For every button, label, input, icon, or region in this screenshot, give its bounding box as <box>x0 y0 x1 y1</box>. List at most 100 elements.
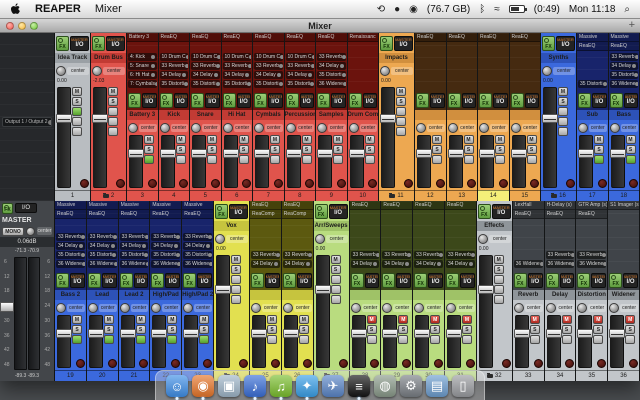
send-slot[interactable]: 34 Delay <box>414 260 443 268</box>
monitor-button[interactable] <box>333 155 343 164</box>
track-number[interactable]: 35 <box>576 370 607 381</box>
send-slot[interactable]: 10 Drum C <box>286 53 315 61</box>
master-meter[interactable]: 612182430364248 612182430364248 <box>0 255 54 372</box>
strip-fx-button[interactable]: FX <box>479 93 492 108</box>
fader-handle[interactable] <box>448 149 464 158</box>
send-slot[interactable]: 34 Delay <box>317 62 346 70</box>
solo-button[interactable]: S <box>136 325 146 334</box>
send-slot[interactable]: 34 Delay <box>88 242 117 250</box>
fader-handle[interactable] <box>514 329 530 338</box>
send-slot[interactable]: 36 Widene <box>56 260 85 268</box>
monitor-button[interactable] <box>396 107 406 116</box>
send-slot[interactable]: 35 Distorti <box>254 80 283 88</box>
send-slot[interactable]: 33 Reverb <box>56 233 85 241</box>
strip-name[interactable]: Sub <box>577 110 608 120</box>
send-slot[interactable]: 35 Distorti <box>578 80 607 88</box>
monitor-button[interactable] <box>302 155 312 164</box>
strip-route-button[interactable]: MASTERI/O <box>268 93 283 108</box>
strip-volume-value[interactable]: 0.00 <box>55 77 90 86</box>
strip-name[interactable]: Bass 2 <box>55 290 86 300</box>
pan-knob[interactable] <box>151 303 161 313</box>
fx-slot[interactable]: Massive <box>609 33 640 42</box>
mute-button[interactable]: M <box>398 315 408 324</box>
fx-slot[interactable]: ReaEQ <box>447 33 478 42</box>
strip-name[interactable]: Distortion <box>576 290 607 300</box>
strip-route-button[interactable]: MASTERI/O <box>329 204 348 219</box>
record-arm-button[interactable] <box>211 179 220 188</box>
monitor-button[interactable] <box>199 335 209 344</box>
strip-name[interactable]: Lead 2 <box>119 290 150 300</box>
monitor-button[interactable] <box>267 335 277 344</box>
strip-name[interactable]: Snare <box>190 110 221 120</box>
fader-handle[interactable] <box>382 329 398 338</box>
pan-knob[interactable] <box>223 123 233 133</box>
battery-icon[interactable] <box>509 5 525 13</box>
volume-fader[interactable] <box>216 255 230 368</box>
mute-button[interactable]: M <box>207 135 217 144</box>
strip-route-button[interactable]: MASTERI/O <box>165 273 180 288</box>
fx-slot[interactable]: ReaEQ <box>250 201 281 210</box>
pan-knob[interactable] <box>416 123 426 133</box>
track-number[interactable]: 19 <box>55 370 86 381</box>
solo-button[interactable]: S <box>562 325 572 334</box>
mute-button[interactable]: M <box>365 135 375 144</box>
pan-knob[interactable] <box>610 123 620 133</box>
strip-fx-button[interactable]: FX <box>349 93 362 108</box>
send-slot[interactable]: 33 Reverb <box>546 251 575 259</box>
volume-fader[interactable] <box>192 135 206 188</box>
mute-button[interactable]: M <box>144 135 154 144</box>
strip-route-button[interactable]: MASTERI/O <box>70 36 89 51</box>
volume-fader[interactable] <box>284 315 298 368</box>
record-arm-button[interactable] <box>116 179 125 188</box>
record-arm-button[interactable] <box>80 179 89 188</box>
monitor-button[interactable] <box>398 335 408 344</box>
track-number[interactable]: 7 <box>253 190 284 201</box>
mute-button[interactable]: M <box>231 255 241 264</box>
track-number[interactable]: 36 <box>608 370 639 381</box>
fx-slot[interactable]: ReaEQ <box>415 33 446 42</box>
strip-name[interactable] <box>415 110 446 120</box>
track-number[interactable]: 5 <box>190 190 221 201</box>
fader-handle[interactable] <box>283 329 299 338</box>
track-number[interactable]: 4 <box>159 190 190 201</box>
solo-button[interactable]: S <box>299 325 309 334</box>
send-slot[interactable]: 10 Drum C <box>160 53 189 61</box>
fx-slot[interactable]: ReaEQ <box>350 201 381 210</box>
send-slot[interactable]: 34 Delay <box>283 260 312 268</box>
strip-route-button[interactable]: MASTERI/O <box>493 93 508 108</box>
monitor-button[interactable] <box>72 335 82 344</box>
pan-knob[interactable] <box>578 123 588 133</box>
strip-name[interactable]: Vox <box>214 221 249 231</box>
send-slot[interactable]: 33 Reverb <box>446 251 475 259</box>
solo-button[interactable]: S <box>625 325 635 334</box>
fader-handle[interactable] <box>128 149 144 158</box>
fx-slot[interactable]: ReaEQ <box>159 33 190 42</box>
strip-fx-button[interactable]: FX <box>128 93 141 108</box>
fader-handle[interactable] <box>92 114 108 123</box>
volume-fader[interactable] <box>578 315 592 368</box>
strip-name[interactable] <box>413 290 444 300</box>
solo-button[interactable]: S <box>396 97 406 106</box>
solo-button[interactable]: S <box>144 145 154 154</box>
solo-button[interactable]: S <box>462 325 472 334</box>
wifi-icon[interactable]: ≈ <box>494 4 500 15</box>
strip-name[interactable]: Bass <box>609 110 640 120</box>
strip-name[interactable] <box>510 110 541 120</box>
send-slot[interactable]: 33 Reverb <box>610 53 639 61</box>
strip-fx-button[interactable]: FX <box>448 93 461 108</box>
strip-route-button[interactable]: MASTERI/O <box>142 93 157 108</box>
record-arm-button[interactable] <box>148 179 157 188</box>
strip-route-button[interactable]: MASTERI/O <box>205 93 220 108</box>
strip-fx-button[interactable]: FX <box>609 273 622 288</box>
fx-slot[interactable]: ReaEQ <box>282 201 313 210</box>
volume-fader[interactable] <box>89 315 103 368</box>
mute-button[interactable]: M <box>136 315 146 324</box>
fx-slot[interactable]: ReaEQ <box>413 201 444 210</box>
strip-route-button[interactable]: MASTERI/O <box>229 204 248 219</box>
send-slot[interactable]: 34 Delay <box>56 242 85 250</box>
solo-button[interactable]: S <box>398 325 408 334</box>
mute-button[interactable]: M <box>494 255 504 264</box>
send-slot[interactable]: 35 Distorti <box>160 80 189 88</box>
master-output-route[interactable]: Output 1 / Output 2 <box>2 117 52 127</box>
monitor-button[interactable] <box>593 335 603 344</box>
